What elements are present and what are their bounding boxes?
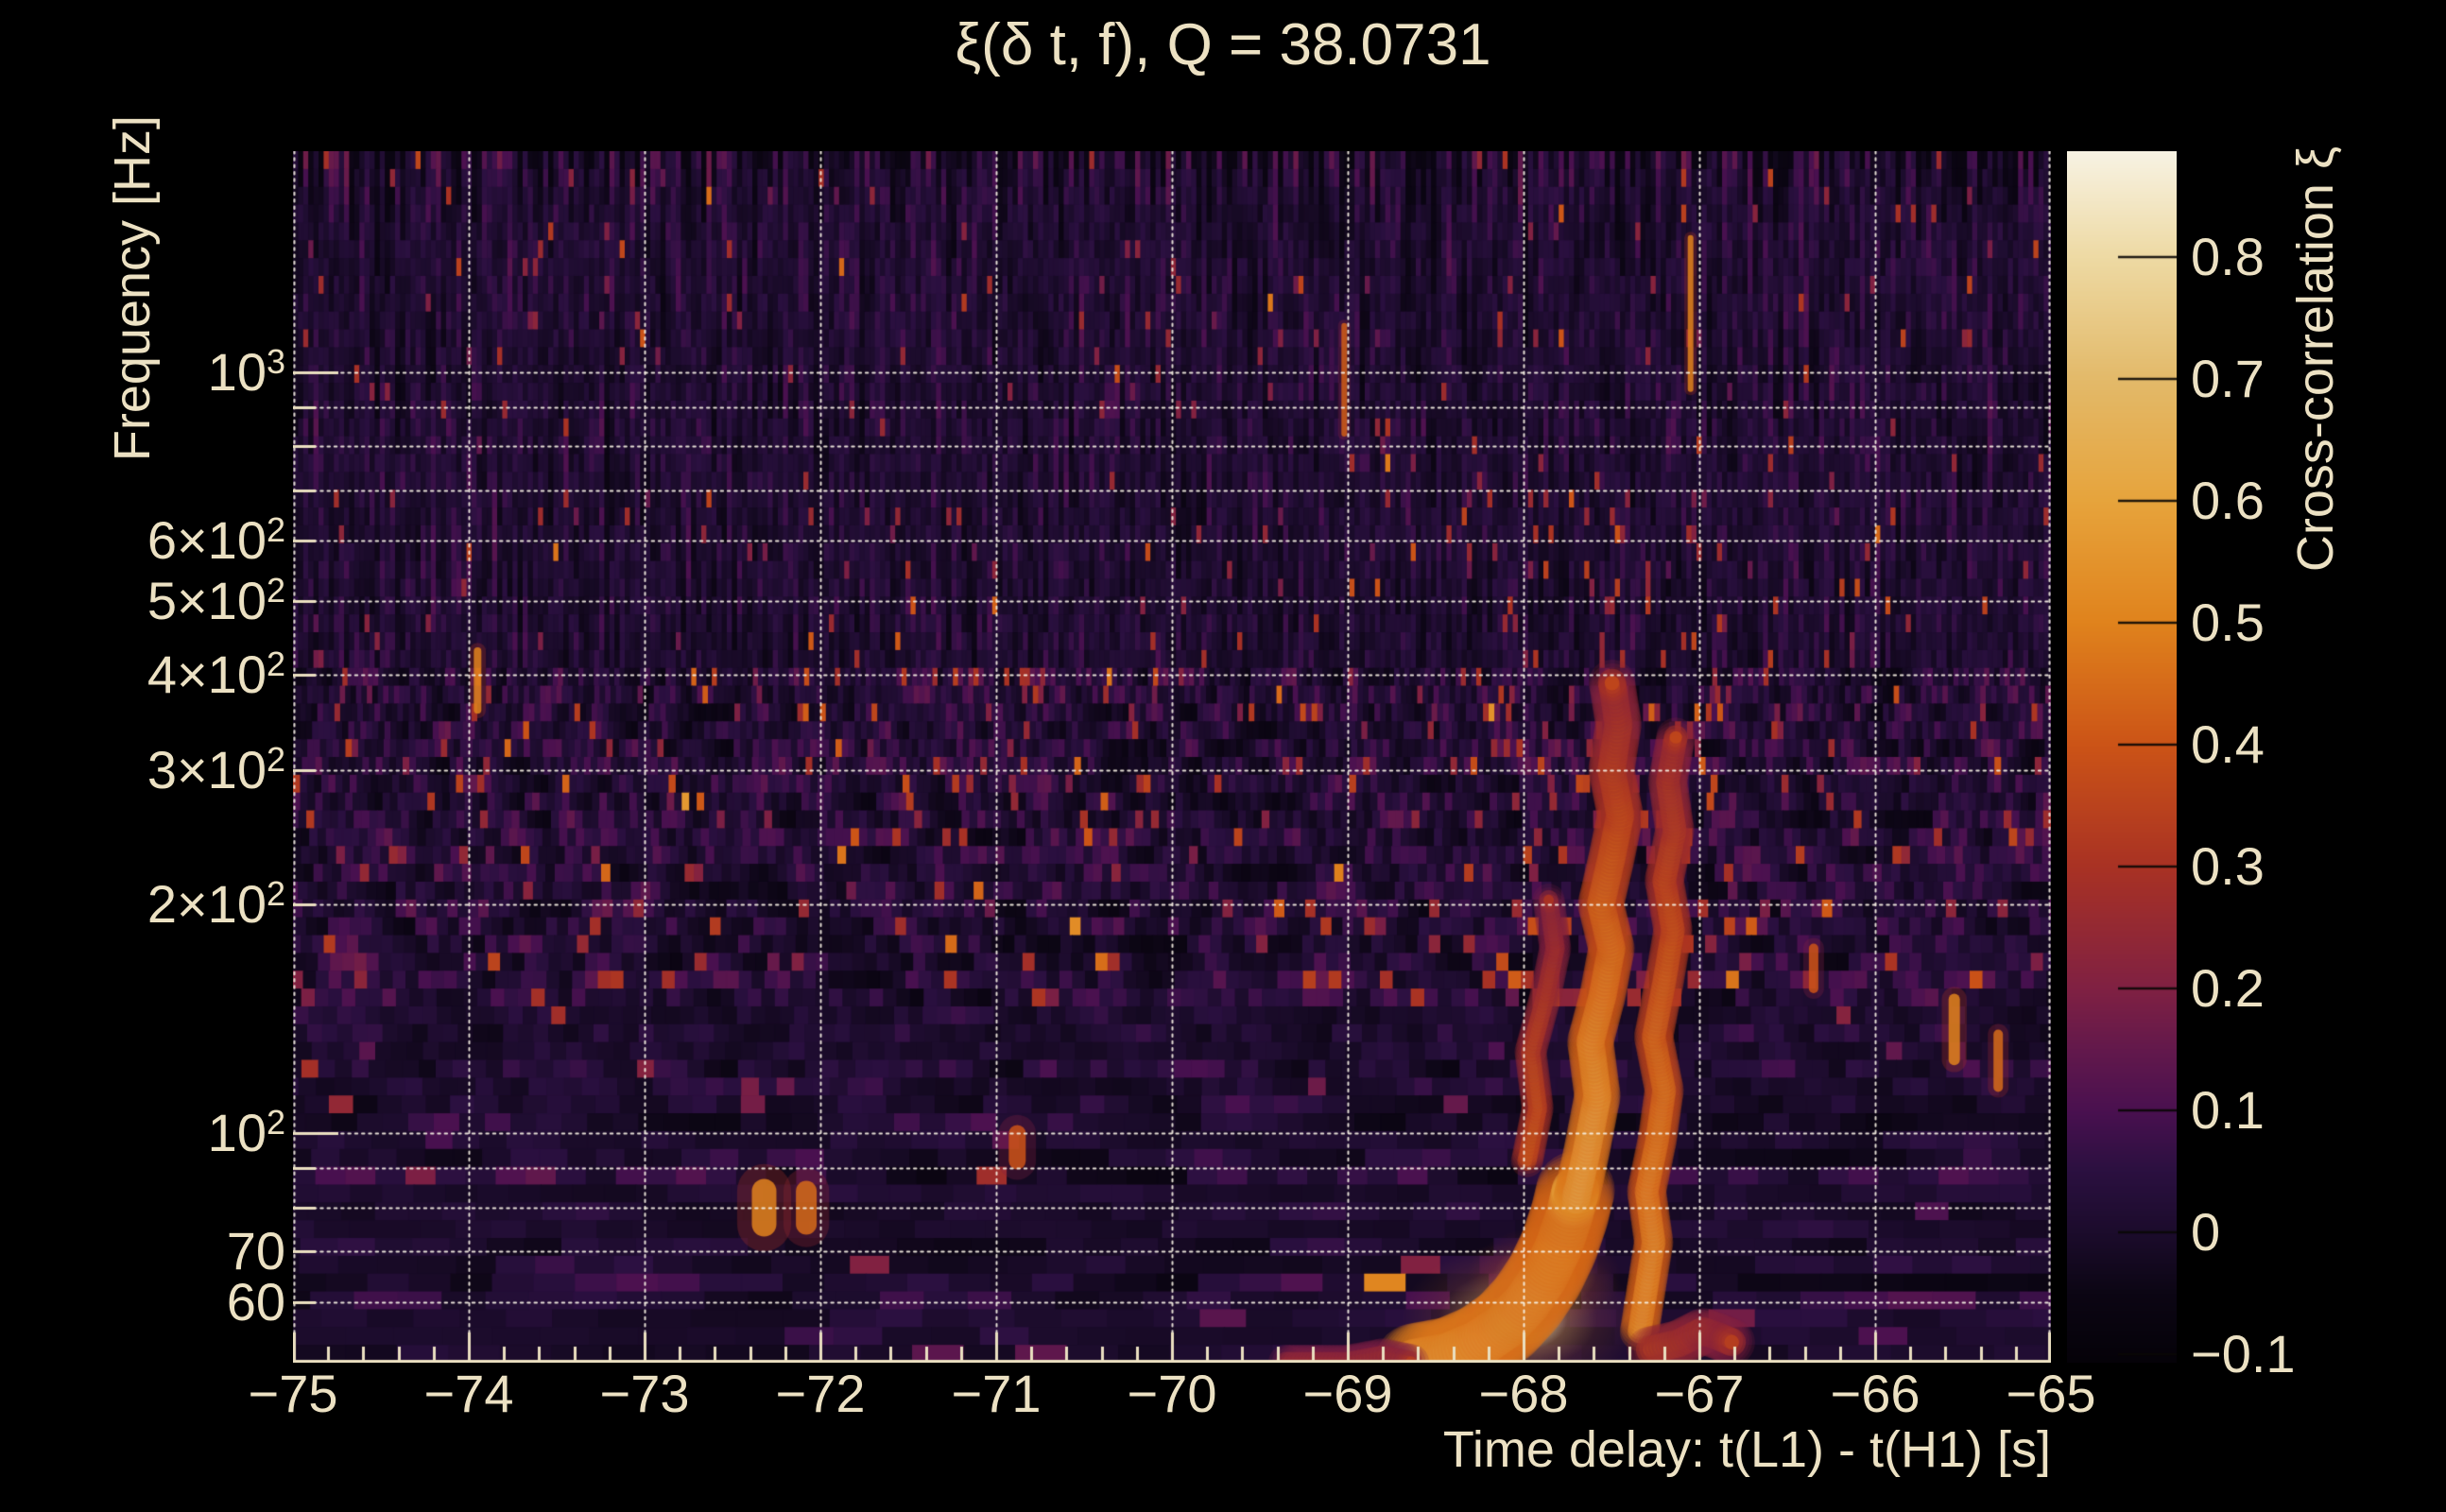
x-tick-label: −71 — [951, 1364, 1042, 1423]
colorbar-tick-label: 0.7 — [2191, 349, 2265, 408]
y-tick-label: 3×102 — [146, 740, 285, 799]
colorbar-tick-label: −0.1 — [2191, 1324, 2296, 1383]
x-tick-label: −69 — [1302, 1364, 1393, 1423]
spectrogram-page: ξ(δ t, f), Q = 38.0731 Frequency [Hz] Ti… — [0, 0, 2446, 1512]
y-tick-label: 2×102 — [146, 873, 285, 934]
x-tick-label: −74 — [423, 1364, 514, 1423]
x-tick-label: −73 — [599, 1364, 690, 1423]
colorbar-tick-label: 0.1 — [2191, 1080, 2265, 1140]
y-tick-label: 5×102 — [146, 571, 285, 631]
x-tick-label: −72 — [775, 1364, 866, 1423]
x-tick-label: −65 — [2006, 1364, 2096, 1423]
colorbar-tick-label: 0.6 — [2191, 471, 2265, 530]
x-tick-label: −70 — [1127, 1364, 1217, 1423]
colorbar-tick-label: 0.3 — [2191, 836, 2265, 896]
colorbar-tick-label: 0.5 — [2191, 593, 2265, 652]
y-tick-label: 6×102 — [146, 510, 285, 571]
colorbar-tick-label: 0 — [2191, 1202, 2221, 1262]
x-tick-label: −75 — [248, 1364, 338, 1423]
x-tick-label: −67 — [1654, 1364, 1745, 1423]
y-tick-label: 103 — [207, 341, 285, 402]
colorbar-tick-label: 0.8 — [2191, 227, 2265, 286]
x-tick-label: −66 — [1830, 1364, 1921, 1423]
colorbar-tick-label: 0.2 — [2191, 958, 2265, 1018]
chart-title: ξ(δ t, f), Q = 38.0731 — [955, 12, 1491, 77]
x-tick-label: −68 — [1478, 1364, 1569, 1423]
y-tick-label: 60 — [226, 1272, 285, 1332]
y-tick-label: 4×102 — [146, 644, 285, 705]
y-axis-title: Frequency [Hz] — [104, 114, 161, 462]
y-tick-label: 70 — [226, 1221, 285, 1281]
colorbar-gradient — [2067, 151, 2177, 1363]
x-axis-title: Time delay: t(L1) - t(H1) [s] — [1442, 1421, 2051, 1478]
colorbar-tick-label: 0.4 — [2191, 714, 2265, 774]
spectrogram-heatmap — [293, 151, 2051, 1363]
y-tick-label: 102 — [207, 1103, 285, 1163]
